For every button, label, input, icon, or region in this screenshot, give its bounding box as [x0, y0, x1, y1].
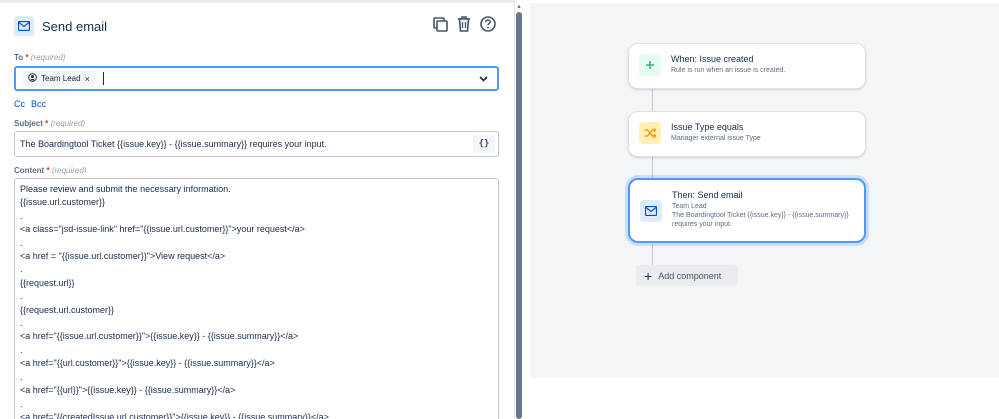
- cc-bcc-links: Cc Bcc: [14, 99, 46, 109]
- node-text: Issue Type equals Manager external issue…: [671, 122, 761, 143]
- content-line: .: [20, 398, 23, 409]
- content-line: .: [20, 264, 23, 275]
- mail-icon: [640, 200, 662, 222]
- trash-icon[interactable]: [455, 15, 473, 33]
- panel-top-border: [0, 0, 514, 3]
- required-note: (required): [51, 166, 87, 175]
- required-mark: *: [45, 119, 49, 128]
- required-mark: *: [46, 166, 50, 175]
- condition-node[interactable]: Issue Type equals Manager external issue…: [628, 111, 866, 157]
- shuffle-icon: [639, 122, 661, 144]
- node-text: Then: Send email Team Lead The Boardingt…: [672, 190, 849, 229]
- panel-scrollbar[interactable]: [516, 12, 522, 419]
- flow-connector: [652, 157, 653, 179]
- node-title: Then: Send email: [672, 190, 743, 200]
- trigger-node[interactable]: When: Issue created Rule is run when an …: [628, 43, 866, 89]
- action-node-send-email[interactable]: Then: Send email Team Lead The Boardingt…: [628, 178, 866, 243]
- mail-icon: [14, 16, 34, 36]
- automation-rule-editor: Send email To * (required) Team Lead × C…: [0, 0, 999, 419]
- content-line: <a href="{{createdIssue.url.customer}}">…: [20, 411, 329, 419]
- action-config-panel: Send email To * (required) Team Lead × C…: [0, 0, 515, 419]
- panel-header: Send email: [14, 14, 504, 38]
- node-subtitle: The Boardingtool Ticket {{issue.key}} - …: [672, 212, 849, 219]
- duplicate-icon[interactable]: [431, 15, 449, 33]
- required-note: (required): [50, 119, 86, 128]
- content-label-text: Content: [14, 166, 45, 175]
- content-line: {{request.url.customer}}: [20, 304, 115, 315]
- node-subtitle: Manager external issue Type: [671, 135, 761, 142]
- node-title: Issue Type equals: [671, 122, 744, 132]
- content-line: {{request.url}}: [20, 277, 75, 288]
- content-line: .: [20, 344, 23, 355]
- content-textarea[interactable]: Please review and submit the necessary i…: [14, 178, 499, 419]
- required-mark: *: [25, 53, 29, 62]
- to-recipient-select[interactable]: Team Lead ×: [14, 66, 499, 91]
- recipient-chip: Team Lead ×: [23, 71, 95, 86]
- panel-title: Send email: [42, 18, 108, 34]
- bcc-link[interactable]: Bcc: [31, 99, 46, 109]
- required-note: (required): [30, 53, 66, 62]
- node-subtitle: requires your input.: [672, 221, 732, 228]
- add-component-label: Add component: [658, 270, 722, 281]
- content-line: <a class="jsd-issue-link" href="{{issue.…: [20, 224, 305, 235]
- content-line: .: [20, 371, 23, 382]
- header-actions: [431, 15, 497, 33]
- cc-link[interactable]: Cc: [14, 99, 25, 109]
- content-line: .: [20, 291, 23, 302]
- content-line: <a href = "{{issue.url.customer}}">View …: [20, 251, 226, 262]
- content-line: .: [20, 210, 23, 221]
- plus-icon: +: [644, 267, 653, 284]
- recipient-chip-label: Team Lead: [41, 74, 81, 83]
- scroll-up-arrow-icon[interactable]: ▲: [516, 4, 522, 10]
- node-title: When: Issue created: [671, 54, 754, 64]
- chip-remove-icon[interactable]: ×: [85, 74, 90, 84]
- subject-value: The Boardingtool Ticket {{issue.key}} - …: [20, 139, 327, 149]
- user-circle-icon: [28, 73, 37, 84]
- plus-icon: [639, 54, 661, 76]
- content-label: Content * (required): [14, 166, 87, 175]
- content-line: Please review and submit the necessary i…: [20, 184, 231, 194]
- flow-connector: [652, 89, 653, 112]
- add-component-button[interactable]: + Add component: [636, 265, 738, 286]
- subject-label: Subject * (required): [14, 119, 85, 128]
- to-label-text: To: [14, 53, 24, 62]
- to-label: To * (required): [14, 53, 65, 62]
- content-line: <a href="{{url}}">{{issue.key}} - {{issu…: [20, 385, 236, 396]
- text-cursor: [102, 72, 104, 85]
- flow-connector: [652, 243, 653, 266]
- smart-values-button[interactable]: {}: [473, 135, 495, 153]
- content-line: <a href="{{issue.url.customer}}">{{issue…: [20, 331, 299, 342]
- content-line: .: [20, 237, 23, 248]
- content-line: .: [20, 318, 23, 329]
- content-line: {{issue.url.customer}}: [20, 197, 106, 208]
- node-subtitle: Rule is run when an issue is created.: [671, 67, 786, 74]
- subject-label-text: Subject: [14, 119, 43, 128]
- node-text: When: Issue created Rule is run when an …: [671, 54, 785, 75]
- chevron-down-icon[interactable]: [477, 73, 489, 85]
- subject-input[interactable]: The Boardingtool Ticket {{issue.key}} - …: [14, 131, 499, 157]
- node-subtitle: Team Lead: [672, 203, 707, 210]
- help-icon[interactable]: [479, 15, 497, 33]
- content-line: <a href="{{url.customer}}">{{issue.key}}…: [20, 358, 275, 369]
